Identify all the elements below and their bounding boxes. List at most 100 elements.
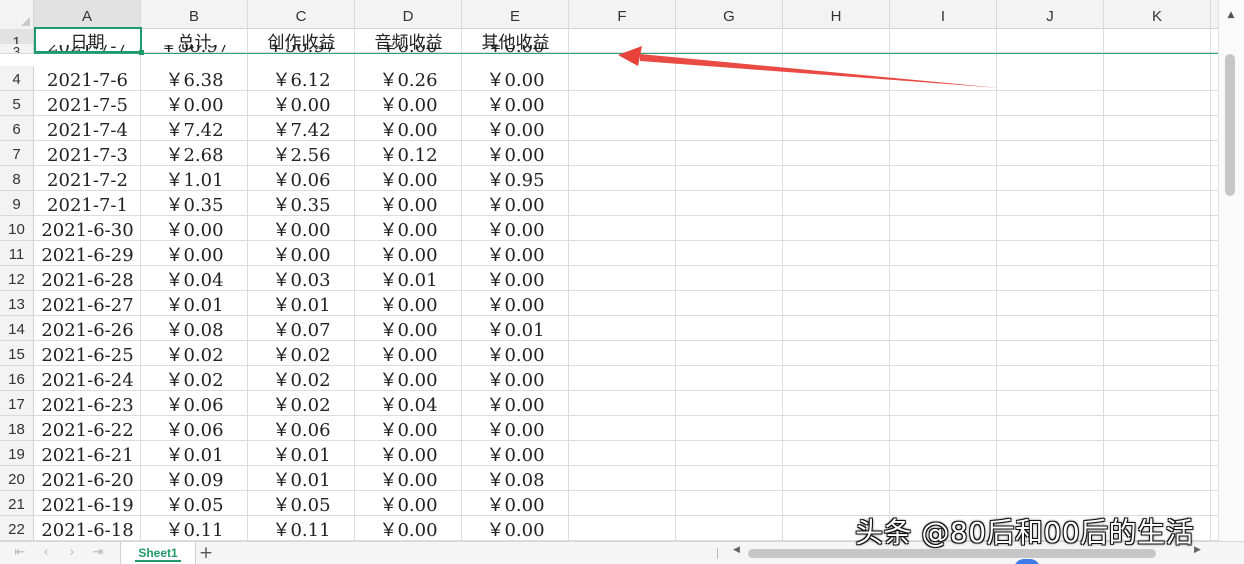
last-sheet-icon[interactable]: ⇥ bbox=[88, 543, 108, 563]
data-cell[interactable]: ￥0.00 bbox=[462, 66, 569, 90]
column-header-f[interactable]: F bbox=[569, 0, 676, 29]
data-cell[interactable]: ￥2.68 bbox=[141, 141, 248, 165]
add-sheet-icon[interactable]: + bbox=[196, 542, 216, 564]
row-header-17[interactable]: 17 bbox=[0, 391, 34, 416]
row-header-6[interactable]: 6 bbox=[0, 116, 34, 141]
data-cell[interactable]: 2021-7-4 bbox=[34, 116, 141, 140]
spreadsheet-area[interactable]: ABCDEFGHIJK 日期总计创作收益音频收益其他收益2021-7-7￥56.… bbox=[0, 0, 1218, 541]
row-header-3[interactable]: 3 bbox=[0, 44, 34, 54]
data-cell[interactable]: ￥7.42 bbox=[141, 116, 248, 140]
data-cell[interactable]: 2021-7-1 bbox=[34, 191, 141, 215]
data-cell[interactable]: ￥0.02 bbox=[141, 341, 248, 365]
data-cell[interactable]: ￥0.02 bbox=[248, 391, 355, 415]
row-header-14[interactable]: 14 bbox=[0, 316, 34, 341]
data-cell[interactable]: 2021-6-18 bbox=[34, 516, 141, 540]
column-header-c[interactable]: C bbox=[248, 0, 355, 29]
column-header-e[interactable]: E bbox=[462, 0, 569, 29]
first-sheet-icon[interactable]: ⇤ bbox=[10, 543, 30, 563]
data-cell[interactable]: 2021-6-24 bbox=[34, 366, 141, 390]
data-cell[interactable]: 2021-7-5 bbox=[34, 91, 141, 115]
scroll-left-arrow-icon[interactable]: ◀ bbox=[733, 545, 740, 555]
data-cell[interactable]: ￥0.00 bbox=[355, 216, 462, 240]
data-cell[interactable]: ￥0.01 bbox=[355, 266, 462, 290]
data-cell[interactable]: ￥0.35 bbox=[141, 191, 248, 215]
data-cell[interactable]: 2021-6-28 bbox=[34, 266, 141, 290]
data-cell[interactable]: ￥0.02 bbox=[141, 366, 248, 390]
data-cell[interactable]: ￥1.01 bbox=[141, 166, 248, 190]
data-cell[interactable]: ￥0.00 bbox=[355, 441, 462, 465]
select-all-corner[interactable] bbox=[0, 0, 34, 29]
column-header-d[interactable]: D bbox=[355, 0, 462, 29]
column-header-b[interactable]: B bbox=[141, 0, 248, 29]
data-cell[interactable]: ￥0.01 bbox=[462, 316, 569, 340]
data-cell[interactable]: ￥0.00 bbox=[355, 191, 462, 215]
data-cell[interactable]: ￥0.07 bbox=[248, 316, 355, 340]
data-cell[interactable]: ￥0.00 bbox=[355, 491, 462, 515]
data-cell[interactable]: ￥0.00 bbox=[355, 416, 462, 440]
data-cell[interactable]: 2021-7-3 bbox=[34, 141, 141, 165]
row-header-20[interactable]: 20 bbox=[0, 466, 34, 491]
data-cell[interactable]: ￥0.00 bbox=[462, 291, 569, 315]
data-cell[interactable]: 2021-6-21 bbox=[34, 441, 141, 465]
data-cell[interactable]: ￥0.01 bbox=[248, 291, 355, 315]
data-cell[interactable]: ￥0.05 bbox=[141, 491, 248, 515]
data-cell[interactable]: ￥0.00 bbox=[355, 466, 462, 490]
row-header-22[interactable]: 22 bbox=[0, 516, 34, 541]
data-cell[interactable]: ￥0.00 bbox=[355, 316, 462, 340]
data-cell[interactable]: ￥0.00 bbox=[462, 441, 569, 465]
data-cell[interactable]: ￥0.00 bbox=[141, 91, 248, 115]
data-cell[interactable]: ￥0.00 bbox=[248, 216, 355, 240]
vertical-scrollbar[interactable]: ▲ bbox=[1218, 0, 1244, 541]
data-cell[interactable]: ￥0.06 bbox=[248, 416, 355, 440]
data-cell[interactable]: ￥0.03 bbox=[248, 266, 355, 290]
data-cell[interactable]: ￥0.00 bbox=[462, 491, 569, 515]
data-cell[interactable]: ￥0.00 bbox=[355, 91, 462, 115]
data-cell[interactable]: ￥0.02 bbox=[248, 341, 355, 365]
data-cell[interactable]: ￥0.00 bbox=[462, 191, 569, 215]
data-cell[interactable]: ￥0.06 bbox=[141, 391, 248, 415]
data-cell[interactable]: ￥0.00 bbox=[355, 291, 462, 315]
data-cell[interactable]: ￥0.35 bbox=[248, 191, 355, 215]
data-cell[interactable]: ￥0.00 bbox=[141, 216, 248, 240]
data-cell[interactable]: ￥0.11 bbox=[141, 516, 248, 540]
row-header-8[interactable]: 8 bbox=[0, 166, 34, 191]
data-cell[interactable]: 2021-6-22 bbox=[34, 416, 141, 440]
data-cell[interactable]: ￥0.00 bbox=[355, 516, 462, 540]
row-header-9[interactable]: 9 bbox=[0, 191, 34, 216]
row-header-11[interactable]: 11 bbox=[0, 241, 34, 266]
data-cell[interactable]: ￥0.11 bbox=[248, 516, 355, 540]
data-cell[interactable]: ￥0.00 bbox=[355, 341, 462, 365]
data-cell[interactable]: ￥0.95 bbox=[462, 166, 569, 190]
data-cell[interactable]: 2021-6-19 bbox=[34, 491, 141, 515]
data-cell[interactable]: ￥0.01 bbox=[141, 291, 248, 315]
column-header-j[interactable]: J bbox=[997, 0, 1104, 29]
data-cell[interactable]: ￥7.42 bbox=[248, 116, 355, 140]
data-cell[interactable]: ￥0.01 bbox=[248, 466, 355, 490]
column-header-a[interactable]: A bbox=[34, 0, 141, 29]
next-sheet-icon[interactable]: › bbox=[62, 543, 82, 563]
data-cell[interactable]: ￥0.06 bbox=[248, 166, 355, 190]
row-header-4[interactable]: 4 bbox=[0, 66, 34, 91]
column-header-h[interactable]: H bbox=[783, 0, 890, 29]
data-cell[interactable]: ￥0.00 bbox=[462, 91, 569, 115]
data-cell[interactable]: ￥0.05 bbox=[248, 491, 355, 515]
row-header-15[interactable]: 15 bbox=[0, 341, 34, 366]
data-cell[interactable]: ￥6.38 bbox=[141, 66, 248, 90]
data-cell[interactable]: ￥0.00 bbox=[355, 241, 462, 265]
row-header-5[interactable]: 5 bbox=[0, 91, 34, 116]
data-cell[interactable]: ￥6.12 bbox=[248, 66, 355, 90]
data-cell[interactable]: ￥0.04 bbox=[355, 391, 462, 415]
data-cell[interactable]: ￥0.08 bbox=[462, 466, 569, 490]
row-header-13[interactable]: 13 bbox=[0, 291, 34, 316]
data-cell[interactable]: ￥0.09 bbox=[141, 466, 248, 490]
data-cell[interactable]: ￥0.08 bbox=[141, 316, 248, 340]
cell-grid[interactable]: 日期总计创作收益音频收益其他收益2021-7-7￥56.97￥56.97￥0.0… bbox=[34, 29, 1218, 541]
column-header-g[interactable]: G bbox=[676, 0, 783, 29]
data-cell[interactable]: ￥0.00 bbox=[248, 241, 355, 265]
data-cell[interactable]: ￥0.00 bbox=[462, 391, 569, 415]
data-cell[interactable]: ￥0.00 bbox=[355, 116, 462, 140]
data-cell[interactable]: ￥0.00 bbox=[462, 341, 569, 365]
data-cell[interactable]: ￥0.06 bbox=[141, 416, 248, 440]
data-cell[interactable]: 2021-6-25 bbox=[34, 341, 141, 365]
data-cell[interactable]: ￥0.00 bbox=[462, 516, 569, 540]
